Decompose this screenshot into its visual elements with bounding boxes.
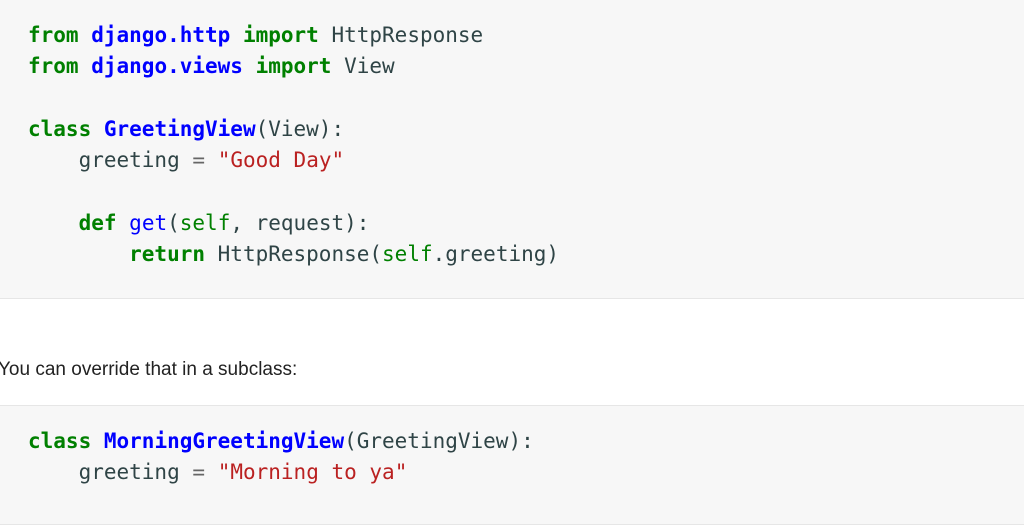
- code-token-keyword: class: [28, 429, 92, 453]
- code-token-text: View: [331, 54, 395, 79]
- code-token-name: GreetingView: [103, 116, 256, 141]
- code-token-text: greeting: [28, 460, 193, 485]
- code-token-text: (View):: [255, 116, 345, 141]
- code-token-builtin: self: [179, 210, 231, 235]
- code-token-name: django.http: [91, 23, 231, 47]
- code-token-text: (GreetingView):: [344, 429, 534, 453]
- code-line: greeting = "Morning to ya": [28, 457, 1024, 488]
- code-token-name: django.views: [91, 54, 243, 79]
- code-token-keyword: from: [28, 54, 79, 79]
- code-token-text: HttpResponse(: [205, 242, 383, 267]
- code-line: greeting = "Good Day": [28, 145, 1024, 176]
- code-line: class MorningGreetingView(GreetingView):: [28, 426, 1024, 457]
- code-token-operator: =: [192, 148, 206, 173]
- code-token-keyword: import: [242, 54, 332, 79]
- code-line: class GreetingView(View):: [28, 114, 1024, 145]
- code-token-text: HttpResponse: [318, 23, 484, 47]
- code-token-text: , request):: [230, 210, 370, 235]
- code-token-function-name: get: [129, 210, 168, 235]
- code-line: def get(self, request):: [28, 208, 1024, 239]
- code-token-keyword: return: [28, 242, 206, 267]
- code-token-text: .greeting): [432, 242, 560, 267]
- code-token-text: (: [167, 210, 180, 235]
- code-token-keyword: def: [28, 210, 117, 235]
- code-token-name: MorningGreetingView: [103, 429, 345, 453]
- code-line: return HttpResponse(self.greeting): [28, 239, 1024, 270]
- code-token-text: greeting: [28, 148, 193, 173]
- code-token-keyword: import: [230, 23, 319, 47]
- code-line: from django.views import View: [28, 51, 1024, 82]
- paragraph-text: You can override that in a subclass:: [0, 359, 298, 380]
- code-token-keyword: class: [28, 116, 92, 141]
- code-token-string: "Morning to ya": [217, 460, 408, 485]
- code-token-operator: =: [192, 460, 206, 485]
- code-block-greeting-view: from django.http import HttpResponse from…: [0, 0, 1024, 299]
- code-token-keyword: from: [28, 23, 79, 47]
- code-line: from django.http import HttpResponse: [28, 20, 1024, 51]
- code-token-builtin: self: [382, 242, 433, 267]
- code-token-string: "Good Day": [217, 148, 345, 173]
- code-block-morning-greeting-view: class MorningGreetingView(GreetingView):…: [0, 405, 1024, 525]
